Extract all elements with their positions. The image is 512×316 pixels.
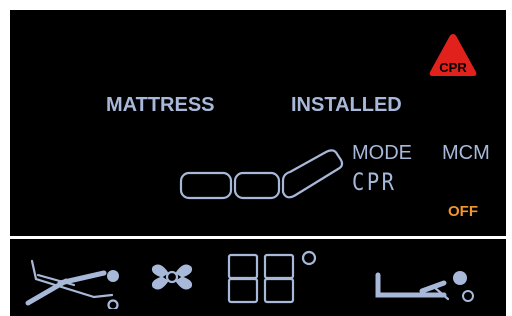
mcm-state: OFF <box>448 203 478 220</box>
mattress-label: MATTRESS <box>106 94 215 116</box>
cpr-badge-label: CPR <box>439 60 467 75</box>
fan-icon[interactable] <box>150 257 194 297</box>
bed-flat-icon[interactable] <box>24 249 124 309</box>
mode-label: MODE <box>352 142 412 164</box>
seven-segment-digits <box>227 253 295 304</box>
mode-current: CPR <box>352 168 397 196</box>
degree-symbol <box>301 250 317 266</box>
temperature-value: 88 <box>226 253 296 310</box>
control-panel: 88 <box>10 239 506 316</box>
status-panel: CPR MATTRESS INSTALLED MODE MCM CPR OFF <box>10 10 506 236</box>
lcd-screen: CPR MATTRESS INSTALLED MODE MCM CPR OFF <box>10 10 506 316</box>
bed-position-icon <box>179 149 344 200</box>
mode-value: MCM <box>442 142 490 164</box>
patient-recline-icon[interactable] <box>374 261 474 311</box>
cpr-warning-badge[interactable]: CPR <box>428 32 478 78</box>
mattress-installed-status: INSTALLED <box>291 94 402 116</box>
